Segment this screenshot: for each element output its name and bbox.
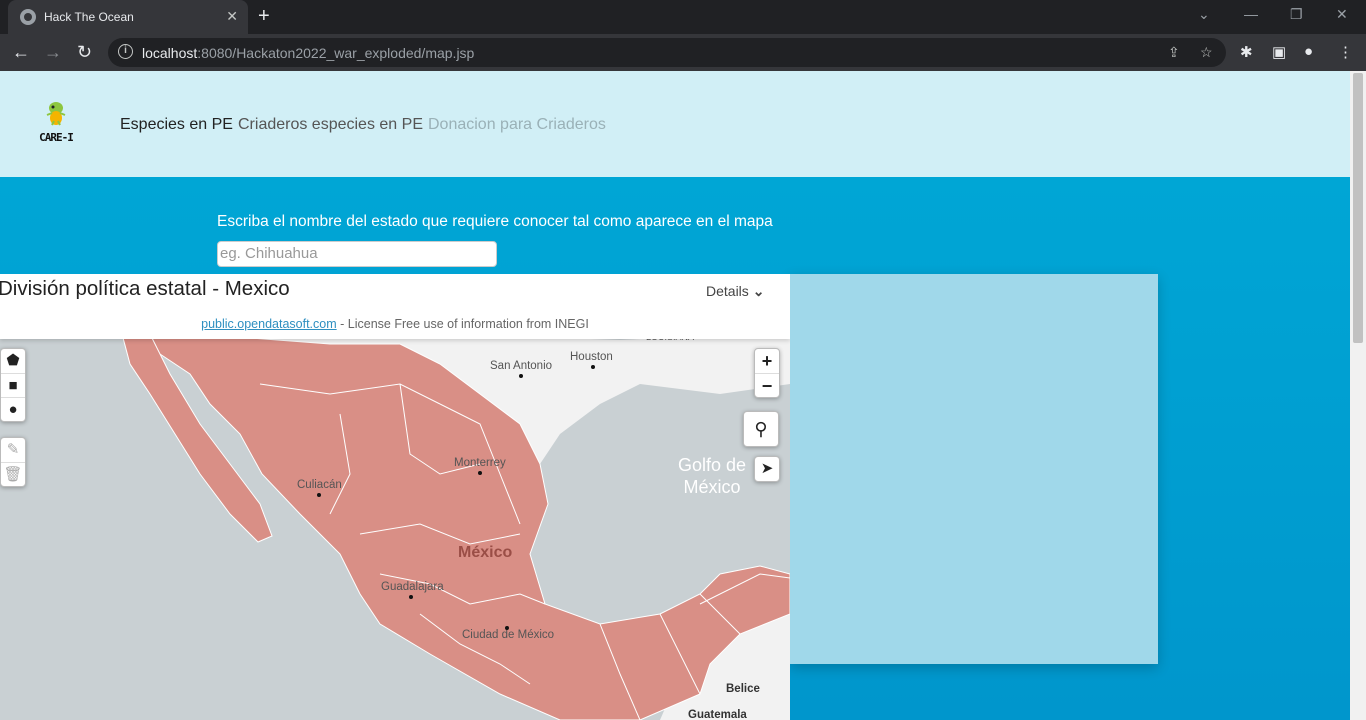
search-prompt: Escriba el nombre del estado que requier… [217,213,773,230]
close-tab-icon[interactable]: ✕ [226,8,238,25]
turtle-logo-icon [46,102,66,126]
trash-icon[interactable]: 🗑 [1,462,25,486]
state-search-input[interactable]: eg. Chihuahua [217,241,497,267]
city-dot [317,493,321,497]
draw-circle-icon[interactable]: ● [1,397,25,421]
label-monterrey: Monterrey [454,457,506,469]
minimize-button[interactable]: — [1244,6,1258,22]
details-toggle[interactable]: Details ⌄ [706,283,764,300]
nav-criaderos[interactable]: Criaderos especies en PE [238,116,423,134]
address-bar[interactable]: i localhost:8080/Hackaton2022_war_explod… [108,38,1226,67]
info-panel [790,274,1158,664]
bookmark-star-icon[interactable]: ☆ [1200,44,1213,61]
map-widget[interactable]: División política estatal - Mexico Detai… [0,274,790,720]
globe-icon [20,9,36,25]
label-mexico: México [458,544,513,561]
site-header: CARE-I Especies en PE Criaderos especies… [0,71,1350,177]
back-button[interactable]: ← [12,42,30,62]
draw-rectangle-icon[interactable]: ■ [1,373,25,397]
reload-button[interactable]: ↻ [77,42,92,62]
draw-polygon-icon[interactable]: ⬟ [1,349,25,373]
label-guatemala: Guatemala [688,709,747,720]
scrollbar-thumb[interactable] [1353,73,1363,343]
city-dot [478,471,482,475]
share-icon[interactable]: ⇪ [1168,44,1180,61]
label-san-antonio: San Antonio [490,360,553,372]
zoom-controls: + − [754,348,780,398]
page-scrollbar[interactable] [1350,71,1366,720]
label-gulf: Golfo de México [678,455,747,497]
label-belice: Belice [726,683,760,695]
forward-button[interactable]: → [44,42,62,62]
city-dot [505,626,509,630]
map-source: public.opendatasoft.com - License Free u… [201,317,589,331]
map-search-control: ⚲ [743,411,779,447]
map-header: División política estatal - Mexico Detai… [0,274,790,339]
browser-tab-bar: Hack The Ocean ✕ + ⌄ — ❐ ✕ [0,0,1366,34]
tab-title: Hack The Ocean [44,10,134,24]
city-dot [591,365,595,369]
draw-toolbar: ⬟ ■ ● [0,348,26,422]
new-tab-button[interactable]: + [258,5,270,28]
edit-icon[interactable]: ✎ [1,438,25,462]
brand-name: CARE-I [39,131,74,144]
locate-control: ➤ [754,456,780,482]
map-title: División política estatal - Mexico [0,277,290,300]
page: CARE-I Especies en PE Criaderos especies… [0,71,1350,720]
restore-button[interactable]: ❐ [1290,6,1303,23]
menu-kebab-icon[interactable]: ⋮ [1338,43,1353,61]
label-guadalajara: Guadalajara [381,581,444,593]
locate-arrow-icon[interactable]: ➤ [755,457,779,481]
nav-donacion[interactable]: Donacion para Criaderos [428,116,606,134]
close-window-button[interactable]: ✕ [1336,6,1348,23]
city-dot [409,595,413,599]
side-panel-icon[interactable]: ▣ [1272,43,1286,61]
zoom-out-button[interactable]: − [755,373,779,397]
chevron-down-icon: ⌄ [752,283,765,299]
site-info-icon[interactable]: i [118,44,133,59]
browser-toolbar: ← → ↻ i localhost:8080/Hackaton2022_war_… [0,34,1366,71]
label-houston: Houston [570,351,613,363]
nav-especies[interactable]: Especies en PE [120,116,233,134]
site-logo[interactable]: CARE-I [38,99,74,147]
mexico-states[interactable] [121,333,790,720]
url-text: localhost:8080/Hackaton2022_war_exploded… [142,45,475,61]
source-link[interactable]: public.opendatasoft.com [201,317,337,331]
extensions-icon[interactable]: ✱ [1240,43,1253,61]
tab-search-icon[interactable]: ⌄ [1198,6,1210,23]
search-icon[interactable]: ⚲ [744,412,778,446]
city-dot [519,374,523,378]
label-cdmx: Ciudad de México [462,629,555,641]
label-culiacan: Culiacán [297,479,342,491]
edit-toolbar: ✎ 🗑 [0,437,26,487]
browser-tab[interactable]: Hack The Ocean ✕ [8,0,248,34]
zoom-in-button[interactable]: + [755,349,779,373]
profile-icon[interactable]: ● [1304,43,1313,60]
